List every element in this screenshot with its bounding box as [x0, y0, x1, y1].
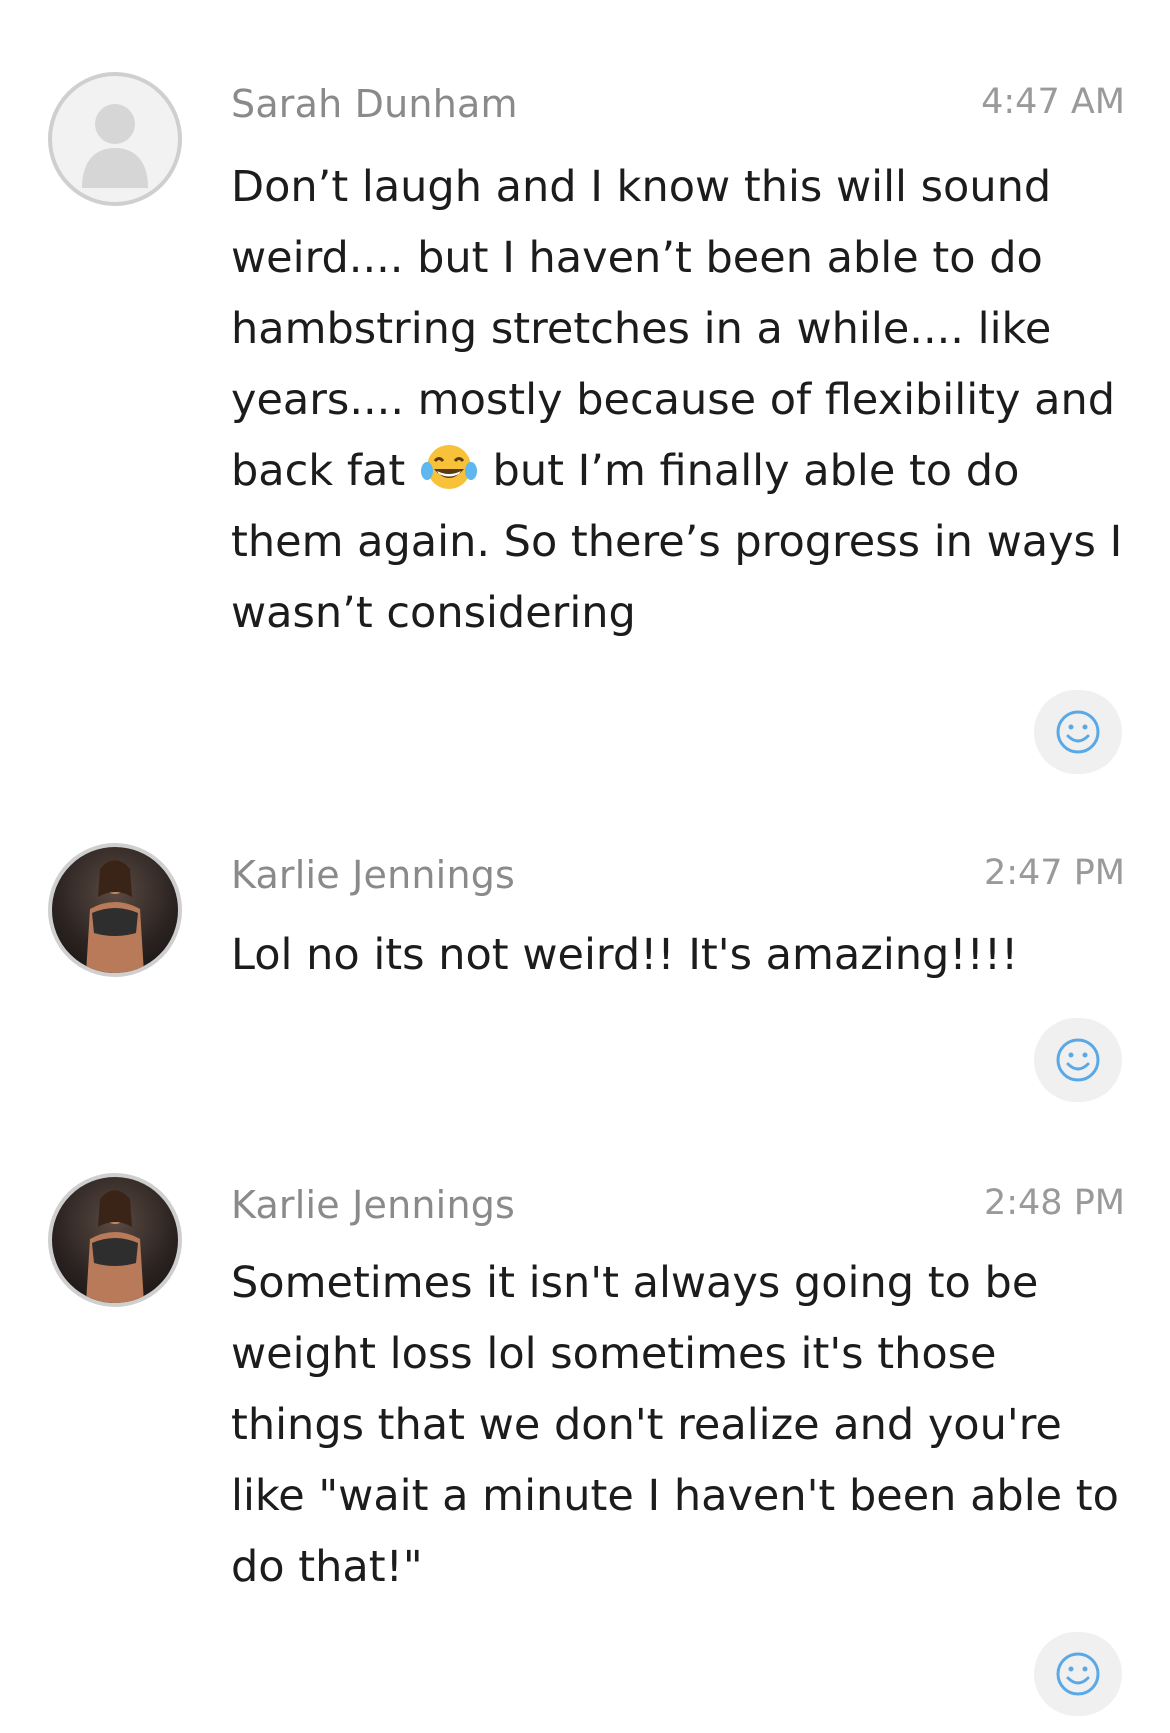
smiley-face-icon [1056, 1652, 1100, 1696]
smiley-face-icon [1056, 1038, 1100, 1082]
message-time: 2:48 PM [983, 1183, 1125, 1223]
message-time: 4:47 AM [981, 82, 1125, 122]
user-avatar[interactable] [48, 843, 182, 977]
tears-of-joy-emoji-icon [420, 445, 477, 489]
sender-name: Karlie Jennings [231, 1183, 516, 1227]
sender-name: Sarah Dunham [231, 82, 518, 126]
add-reaction-button[interactable] [1034, 1632, 1122, 1716]
user-avatar[interactable] [48, 72, 182, 206]
message-text: Lol no its not weird!! It's amazing!!!! [231, 930, 1019, 980]
smiley-face-icon [1056, 710, 1100, 754]
photo-avatar-icon [86, 860, 144, 973]
add-reaction-button[interactable] [1034, 690, 1122, 774]
default-user-avatar-icon [82, 104, 148, 188]
photo-avatar-icon [86, 1190, 144, 1303]
add-reaction-button[interactable] [1034, 1018, 1122, 1102]
message-time: 2:47 PM [983, 853, 1125, 893]
message-text: Don’t laugh and I know this will sound w… [231, 152, 1131, 649]
sender-name: Karlie Jennings [231, 853, 516, 897]
user-avatar[interactable] [48, 1173, 182, 1307]
message-text: Sometimes it isn't always going to be we… [231, 1258, 1119, 1592]
